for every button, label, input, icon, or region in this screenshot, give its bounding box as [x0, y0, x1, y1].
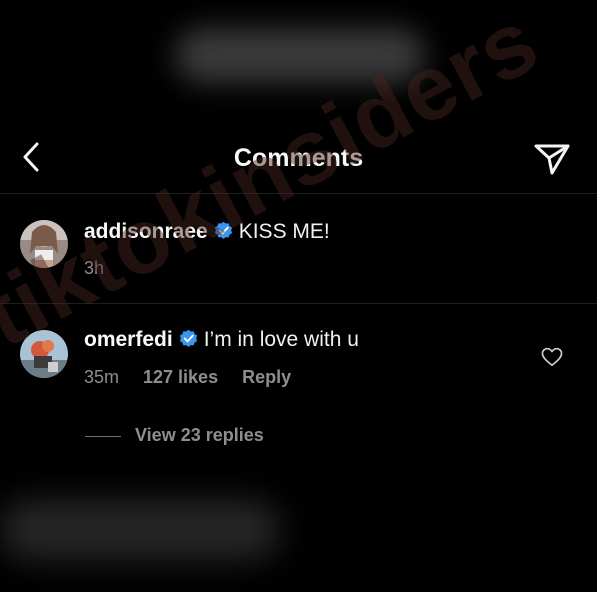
comment-username[interactable]: omerfedi: [84, 328, 173, 351]
comment-meta: 3h: [84, 258, 128, 279]
paper-plane-icon[interactable]: [532, 139, 572, 179]
replies-divider-line: [85, 435, 121, 437]
view-replies-button[interactable]: View 23 replies: [85, 425, 264, 446]
comment-meta: 35m 127 likes Reply: [84, 367, 315, 388]
reply-button[interactable]: Reply: [242, 367, 291, 387]
avatar-photo-icon: [20, 220, 68, 268]
blurred-next-comment: [0, 500, 280, 560]
blurred-status-area: [175, 28, 425, 83]
comment-text: KISS ME!: [238, 220, 330, 243]
comment-time: 3h: [84, 258, 105, 278]
comment-line: addisonraee KISS ME!: [84, 220, 330, 244]
heart-icon[interactable]: [541, 347, 563, 367]
avatar[interactable]: [20, 220, 68, 268]
likes-count-link[interactable]: 127 likes: [143, 367, 218, 387]
comments-header: Comments: [0, 125, 597, 194]
divider: [0, 303, 597, 304]
view-replies-label: View 23 replies: [135, 425, 264, 445]
comment-time: 35m: [84, 367, 120, 387]
comment-line: omerfedi I’m in love with u: [84, 328, 359, 352]
page-title: Comments: [233, 144, 364, 172]
avatar-photo-icon: [20, 330, 68, 378]
comment-text: I’m in love with u: [203, 328, 359, 351]
avatar[interactable]: [20, 330, 68, 378]
comment-username[interactable]: addisonraee: [84, 220, 208, 243]
verified-badge-icon: [214, 221, 232, 239]
verified-badge-icon: [179, 329, 197, 347]
